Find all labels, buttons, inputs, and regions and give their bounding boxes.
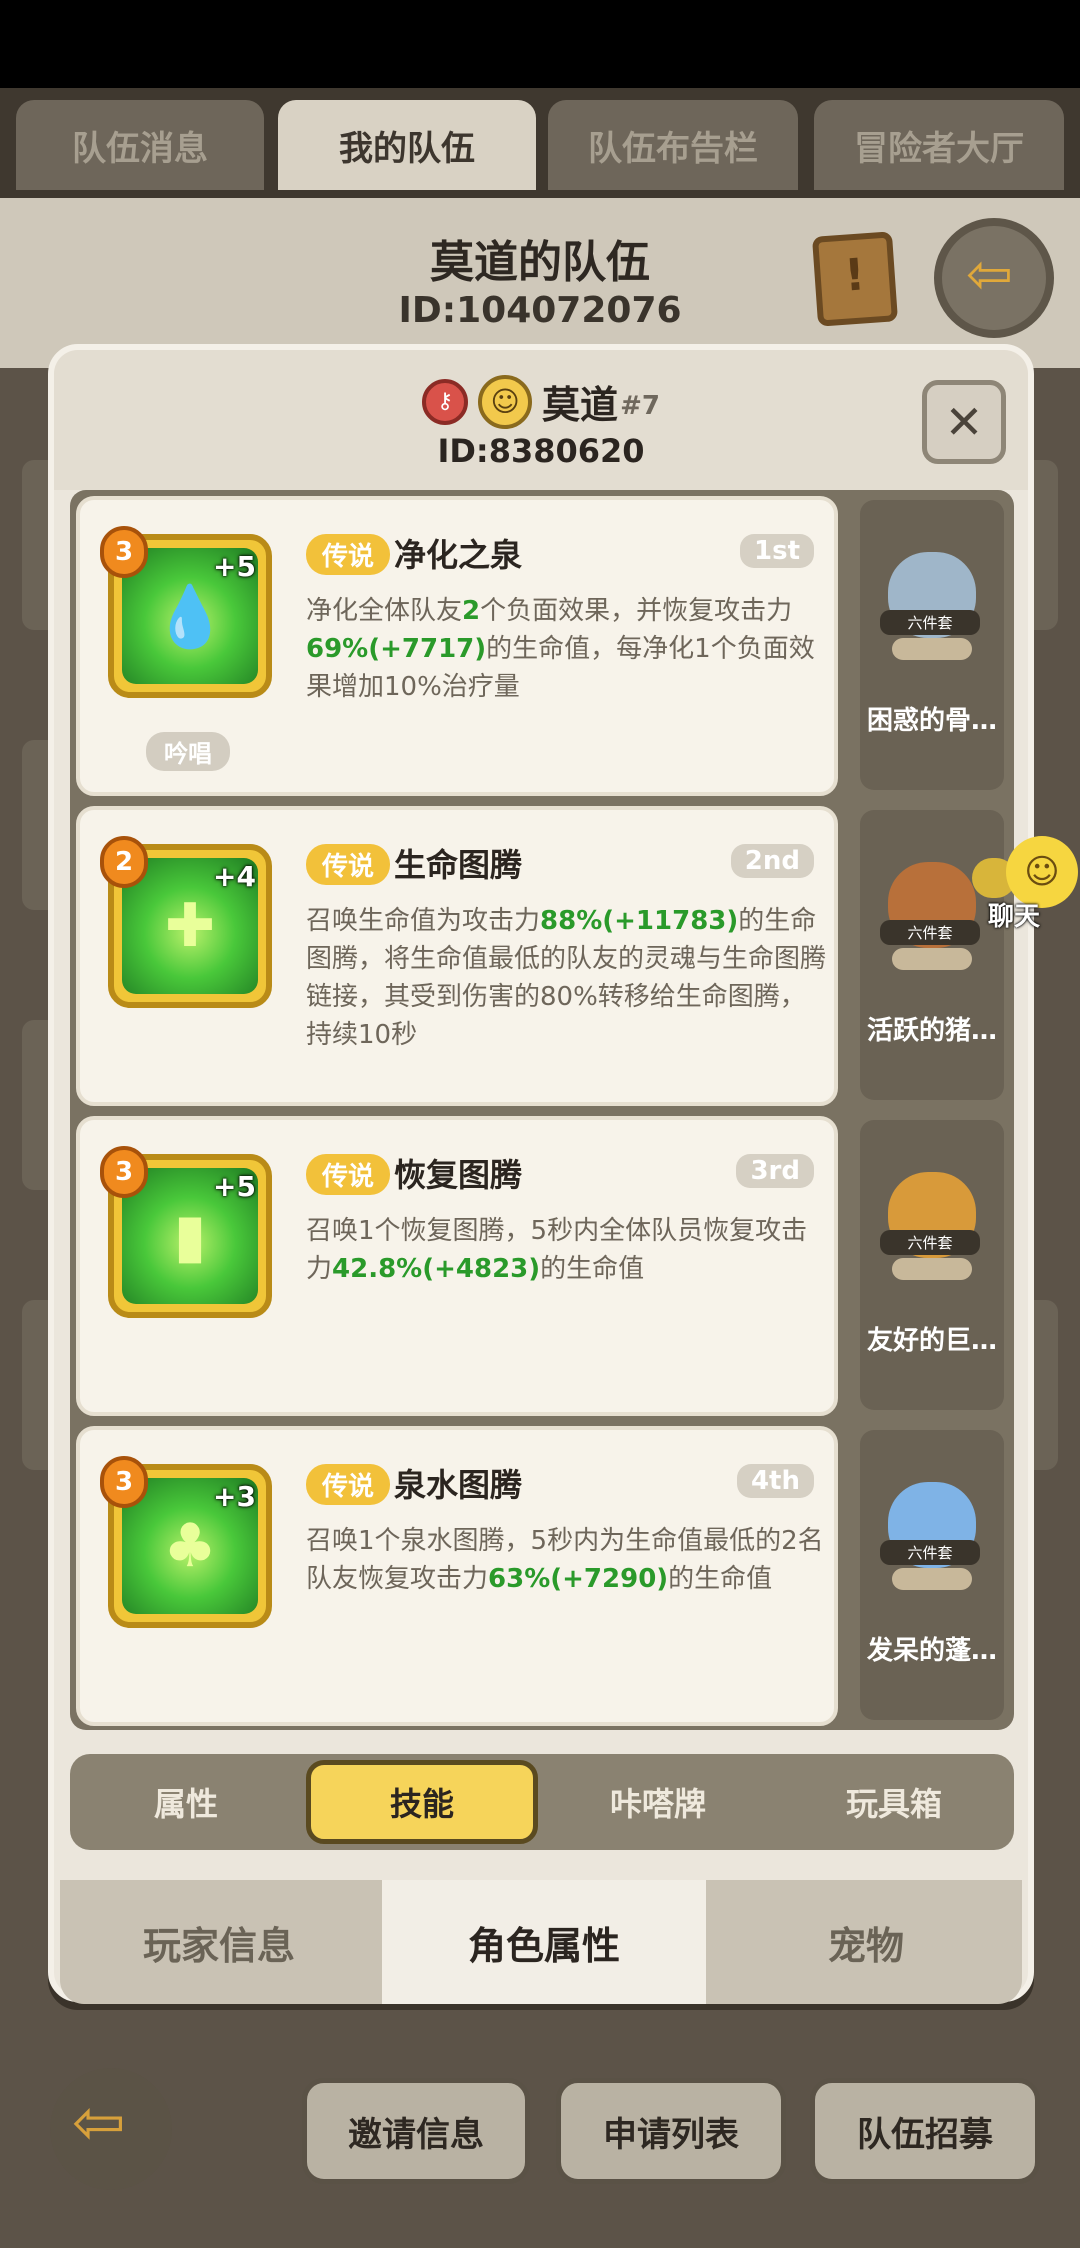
- tab-adventurer-hall[interactable]: 冒险者大厅: [814, 100, 1064, 190]
- pet-name: 友好的巨…: [866, 1326, 997, 1356]
- skill-card[interactable]: 💧 3 +5 吟唱 传说 净化之泉 1st 净化全体队友2个负面效果，并恢复攻击…: [76, 496, 838, 796]
- skill-list: 💧 3 +5 吟唱 传说 净化之泉 1st 净化全体队友2个负面效果，并恢复攻击…: [70, 490, 1014, 1730]
- pet-set-label: 六件套: [880, 1230, 980, 1255]
- rarity-tag: 传说: [306, 534, 391, 575]
- chat-label: 聊天: [988, 902, 1041, 932]
- pet-slot[interactable]: 六件套 友好的巨…: [860, 1120, 1004, 1410]
- status-bar: [0, 0, 1080, 88]
- pet-slot[interactable]: 六件套 发呆的蓬…: [860, 1430, 1004, 1720]
- tab-player-info[interactable]: 玩家信息: [60, 1880, 378, 2004]
- chat-button[interactable]: ☺ 聊天: [972, 836, 1080, 936]
- pet-pedestal: [892, 948, 972, 970]
- team-header: 莫道的队伍 ID:104072076 ⇦: [0, 198, 1080, 368]
- main-tab-bar: 玩家信息 角色属性 宠物: [60, 1880, 1022, 2004]
- player-title-row: ⚷ ☺ 莫道 #7: [54, 374, 1028, 429]
- chant-tag: 吟唱: [146, 732, 230, 771]
- notice-scroll-icon[interactable]: [811, 231, 899, 327]
- pet-set-label: 六件套: [880, 920, 980, 945]
- exit-team-button[interactable]: ⇦: [934, 218, 1054, 338]
- skill-rank-tag: 2nd: [730, 844, 814, 878]
- rarity-tag: 传说: [306, 844, 391, 885]
- skill-level-badge: 3: [100, 1456, 148, 1508]
- pet-avatar: [882, 852, 982, 972]
- skill-plus-level: +5: [213, 1170, 256, 1203]
- rarity-tag: 传说: [306, 1154, 391, 1195]
- back-button[interactable]: ⇦: [50, 2068, 172, 2190]
- back-arrow-icon: ⇦: [72, 2086, 126, 2160]
- tab-my-team[interactable]: 我的队伍: [278, 100, 536, 190]
- team-recruit-button[interactable]: 队伍招募: [810, 2078, 1040, 2184]
- skill-rank-tag: 1st: [740, 534, 814, 568]
- skill-level-badge: 3: [100, 1146, 148, 1198]
- pet-set-label: 六件套: [880, 1540, 980, 1565]
- team-id: ID:104072076: [398, 290, 682, 331]
- skill-name: 恢复图腾: [394, 1156, 523, 1194]
- pet-pedestal: [892, 638, 972, 660]
- skill-icon-frame: ✚ 2 +4: [100, 836, 272, 1008]
- skill-name: 泉水图腾: [394, 1466, 523, 1504]
- pet-name: 活跃的猪…: [866, 1016, 997, 1046]
- skill-plus-level: +4: [213, 860, 256, 893]
- tab-pets[interactable]: 宠物: [710, 1880, 1022, 2004]
- close-button[interactable]: ✕: [922, 380, 1006, 464]
- key-icon: ⚷: [422, 378, 469, 425]
- skill-plus-level: +5: [213, 550, 256, 583]
- tab-team-board[interactable]: 队伍布告栏: [548, 100, 798, 190]
- skill-level-badge: 3: [100, 526, 148, 578]
- skill-card[interactable]: ♣ 3 +3 传说 泉水图腾 4th 召唤1个泉水图腾，5秒内为生命值最低的2名…: [76, 1426, 838, 1726]
- sub-tab-attributes[interactable]: 属性: [70, 1754, 302, 1850]
- player-name: 莫道: [542, 383, 619, 427]
- invite-info-button[interactable]: 邀请信息: [302, 2078, 530, 2184]
- pet-avatar: [882, 542, 982, 662]
- skill-rank-tag: 4th: [736, 1464, 814, 1498]
- skill-icon-frame: ♣ 3 +3: [100, 1456, 272, 1628]
- player-avatar: ☺: [478, 374, 533, 429]
- skill-plus-level: +3: [213, 1480, 256, 1513]
- tab-character-attributes[interactable]: 角色属性: [382, 1880, 706, 2004]
- application-list-button[interactable]: 申请列表: [556, 2078, 786, 2184]
- pet-pedestal: [892, 1258, 972, 1280]
- sub-tab-bar: 属性 技能 咔嗒牌 玩具箱: [70, 1754, 1014, 1850]
- skill-card[interactable]: ▮ 3 +5 传说 恢复图腾 3rd 召唤1个恢复图腾，5秒内全体队员恢复攻击力…: [76, 1116, 838, 1416]
- pet-avatar: [882, 1472, 982, 1592]
- skill-name: 生命图腾: [394, 846, 523, 884]
- sub-tab-skills[interactable]: 技能: [306, 1760, 538, 1844]
- team-name: 莫道的队伍: [430, 237, 650, 288]
- top-tab-bar: 队伍消息 我的队伍 队伍布告栏 冒险者大厅: [0, 88, 1080, 198]
- skill-card[interactable]: ✚ 2 +4 传说 生命图腾 2nd 召唤生命值为攻击力88%(+11783)的…: [76, 806, 838, 1106]
- close-icon: ✕: [944, 395, 984, 449]
- skill-name: 净化之泉: [394, 536, 523, 574]
- pet-pedestal: [892, 1568, 972, 1590]
- skill-level-badge: 2: [100, 836, 148, 888]
- skill-description: 召唤1个泉水图腾，5秒内为生命值最低的2名队友恢复攻击力63%(+7290)的生…: [306, 1526, 824, 1594]
- player-rank: #7: [620, 390, 660, 421]
- tab-team-messages[interactable]: 队伍消息: [16, 100, 264, 190]
- skill-description: 净化全体队友2个负面效果，并恢复攻击力69%(+7717)的生命值，每净化1个负…: [306, 596, 815, 702]
- player-id: ID:8380620: [437, 432, 645, 470]
- skill-icon-frame: ▮ 3 +5: [100, 1146, 272, 1318]
- player-detail-modal: ⚷ ☺ 莫道 #7 ID:8380620 ✕ 💧 3 +5 吟唱 传说 净化之泉…: [48, 344, 1034, 2004]
- skill-icon-frame: 💧 3 +5: [100, 526, 272, 698]
- pet-avatar: [882, 1162, 982, 1282]
- sub-tab-cards[interactable]: 咔嗒牌: [542, 1754, 774, 1850]
- skill-description: 召唤生命值为攻击力88%(+11783)的生命图腾，将生命值最低的队友的灵魂与生…: [306, 906, 827, 1050]
- rarity-tag: 传说: [306, 1464, 391, 1505]
- pet-name: 困惑的骨…: [866, 706, 997, 736]
- pet-slot[interactable]: 六件套 困惑的骨…: [860, 500, 1004, 790]
- exit-arrow-icon: ⇦: [966, 242, 1013, 307]
- sub-tab-toybox[interactable]: 玩具箱: [778, 1754, 1010, 1850]
- pet-set-label: 六件套: [880, 610, 980, 635]
- skill-rank-tag: 3rd: [736, 1154, 814, 1188]
- skill-description: 召唤1个恢复图腾，5秒内全体队员恢复攻击力42.8%(+4823)的生命值: [306, 1216, 808, 1284]
- pet-name: 发呆的蓬…: [866, 1636, 997, 1666]
